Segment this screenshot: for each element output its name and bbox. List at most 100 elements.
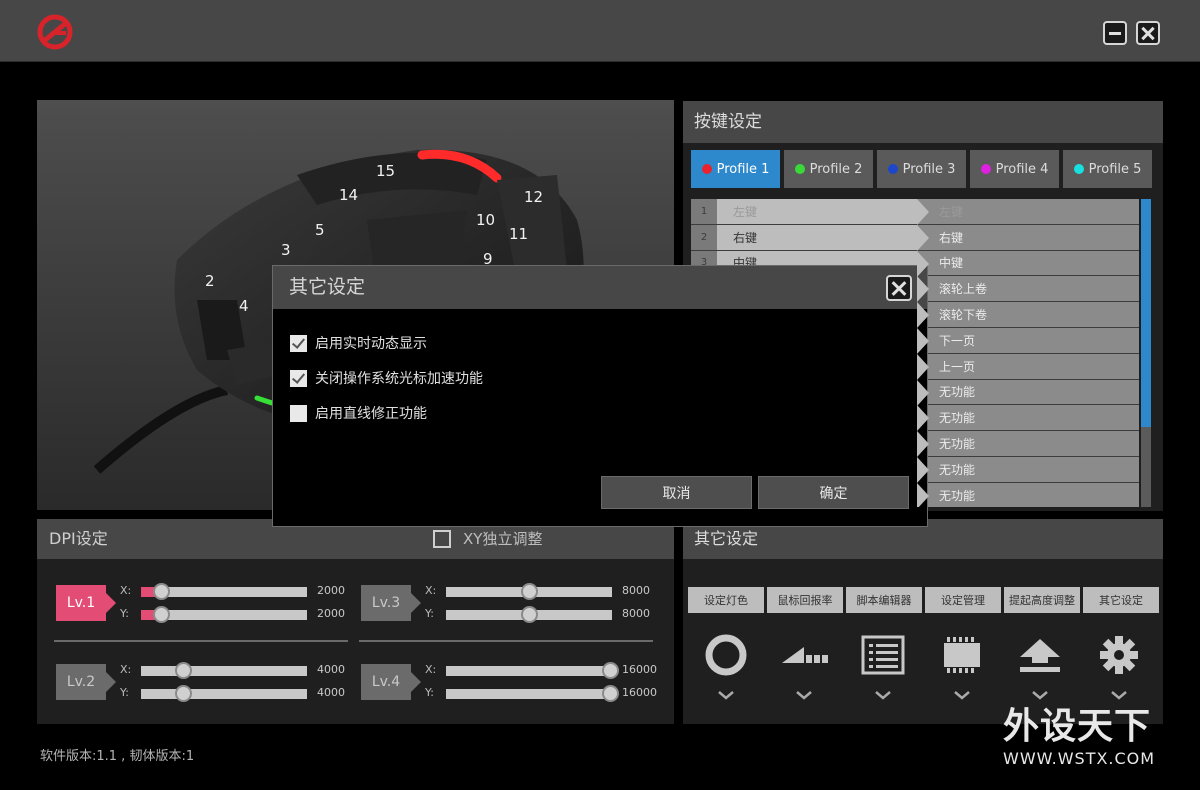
- gear-icon[interactable]: [1095, 633, 1143, 677]
- disable-acceleration-checkbox[interactable]: [290, 369, 307, 387]
- dpi-2-x-slider[interactable]: [141, 662, 307, 679]
- slider-knob[interactable]: [602, 662, 619, 679]
- slider-knob[interactable]: [152, 583, 170, 600]
- title-bar: [0, 0, 1200, 62]
- tab-profile-2[interactable]: Profile 2: [784, 150, 873, 188]
- chevron-down-icon[interactable]: [1109, 689, 1129, 701]
- dpi-2-y-slider[interactable]: [141, 685, 307, 702]
- chevron-down-icon[interactable]: [952, 689, 972, 701]
- ok-button[interactable]: 确定: [758, 476, 909, 509]
- slider-knob[interactable]: [602, 685, 619, 702]
- key-name: 左键: [717, 199, 929, 225]
- close-window-button[interactable]: [1136, 21, 1160, 45]
- profile-tabs: Profile 1 Profile 2 Profile 3 Profile 4 …: [691, 150, 1152, 190]
- tab-profile-1[interactable]: Profile 1: [691, 150, 780, 188]
- key-function[interactable]: 右键: [917, 224, 1139, 250]
- dpi-1-y-value: 2000: [317, 607, 345, 620]
- tab-label: Profile 2: [809, 161, 863, 177]
- key-function[interactable]: 上一页: [917, 353, 1139, 379]
- mouse-button-label[interactable]: 14: [339, 186, 358, 204]
- tab-report-rate[interactable]: 鼠标回报率: [767, 587, 843, 613]
- tab-profile-5[interactable]: Profile 5: [1063, 150, 1152, 188]
- option-disable-acceleration[interactable]: 关闭操作系统光标加速功能: [290, 368, 483, 388]
- key-function[interactable]: 无功能: [917, 405, 1139, 431]
- ring-icon[interactable]: [702, 633, 750, 677]
- y-axis-label: Y:: [425, 607, 434, 620]
- key-function[interactable]: 无功能: [917, 379, 1139, 405]
- lift-height-icon[interactable]: [1016, 633, 1064, 677]
- other-settings-panel: 其它设定 设定灯色 鼠标回报率 脚本编辑器 设定管理 提起高度调整 其它设定: [683, 519, 1163, 724]
- chevron-down-icon[interactable]: [1030, 689, 1050, 701]
- dpi-4-y-slider[interactable]: [446, 685, 619, 702]
- mouse-button-label[interactable]: 10: [476, 211, 495, 229]
- watermark-url: WWW.WSTX.COM: [1003, 749, 1156, 768]
- mouse-button-label[interactable]: 12: [524, 188, 543, 206]
- dpi-title: DPI设定: [49, 529, 108, 548]
- slider-knob[interactable]: [152, 606, 170, 623]
- chevron-down-icon[interactable]: [794, 689, 814, 701]
- cancel-button[interactable]: 取消: [601, 476, 752, 509]
- mouse-button-label[interactable]: 2: [205, 272, 215, 290]
- mouse-button-label[interactable]: 15: [376, 162, 395, 180]
- dpi-1-y-slider[interactable]: [141, 606, 307, 623]
- key-function[interactable]: 无功能: [917, 456, 1139, 482]
- dpi-1-x-slider[interactable]: [141, 583, 307, 600]
- slider-knob[interactable]: [174, 685, 192, 702]
- tab-lift-height[interactable]: 提起高度调整: [1004, 587, 1080, 613]
- script-list-icon[interactable]: [859, 633, 907, 677]
- mouse-button-label[interactable]: 5: [315, 221, 325, 239]
- key-row[interactable]: 2 右键 右键: [691, 224, 1139, 251]
- option-angle-snapping[interactable]: 启用直线修正功能: [290, 403, 427, 423]
- tab-set-light-color[interactable]: 设定灯色: [688, 587, 764, 613]
- chevron-down-icon[interactable]: [716, 689, 736, 701]
- dpi-level-2-button[interactable]: Lv.2: [56, 664, 116, 700]
- key-row[interactable]: 1 左键 左键: [691, 199, 1139, 225]
- slider-knob[interactable]: [521, 583, 538, 600]
- key-function[interactable]: 滚轮下卷: [917, 302, 1139, 327]
- key-function[interactable]: 下一页: [917, 327, 1139, 353]
- dpi-level-1-button[interactable]: Lv.1: [56, 585, 116, 621]
- dpi-3-y-slider[interactable]: [446, 606, 612, 623]
- key-list-scrollbar[interactable]: [1141, 199, 1151, 507]
- realtime-display-checkbox[interactable]: [290, 334, 307, 352]
- dpi-3-x-slider[interactable]: [446, 583, 612, 600]
- key-function[interactable]: 无功能: [917, 482, 1139, 507]
- dialog-close-button[interactable]: [886, 275, 912, 301]
- mouse-button-label[interactable]: 11: [509, 225, 528, 243]
- dpi-level-3-button[interactable]: Lv.3: [361, 585, 421, 621]
- key-function[interactable]: 左键: [917, 199, 1139, 224]
- dpi-level-4-button[interactable]: Lv.4: [361, 664, 421, 700]
- divider: [54, 640, 348, 642]
- tab-profile-3[interactable]: Profile 3: [877, 150, 966, 188]
- dialog-header: 其它设定: [273, 266, 927, 309]
- key-number: 1: [691, 199, 717, 224]
- tab-profile-4[interactable]: Profile 4: [970, 150, 1059, 188]
- tab-script-editor[interactable]: 脚本编辑器: [846, 587, 922, 613]
- mouse-button-label[interactable]: 4: [239, 297, 249, 315]
- tab-other-settings[interactable]: 其它设定: [1083, 587, 1159, 613]
- key-function[interactable]: 滚轮上卷: [917, 276, 1139, 302]
- report-rate-icon[interactable]: [780, 633, 828, 677]
- chevron-down-icon[interactable]: [873, 689, 893, 701]
- dpi-4-x-slider[interactable]: [446, 662, 619, 679]
- option-realtime-display[interactable]: 启用实时动态显示: [290, 333, 427, 353]
- y-axis-label: Y:: [120, 607, 129, 620]
- option-label: 启用直线修正功能: [315, 406, 427, 422]
- other-settings-dialog: 其它设定 启用实时动态显示 关闭操作系统光标加速功能 启用直线修正功能 取消 确…: [272, 265, 928, 527]
- scroll-thumb[interactable]: [1141, 199, 1151, 427]
- xy-independent-checkbox[interactable]: [433, 530, 451, 548]
- key-function[interactable]: 中键: [917, 250, 1139, 276]
- tab-profile-management[interactable]: 设定管理: [925, 587, 1001, 613]
- slider-knob[interactable]: [174, 662, 192, 679]
- chip-icon[interactable]: [938, 633, 986, 677]
- profile-color-dot-icon: [701, 164, 712, 174]
- profile-color-dot-icon: [887, 164, 898, 174]
- mouse-button-label[interactable]: 3: [281, 241, 291, 259]
- slider-knob[interactable]: [521, 606, 538, 623]
- divider: [359, 640, 653, 642]
- version-info: 软件版本:1.1 , 韧体版本:1: [40, 749, 195, 764]
- key-function[interactable]: 无功能: [917, 431, 1139, 456]
- y-axis-label: Y:: [120, 686, 129, 699]
- minimize-button[interactable]: [1103, 21, 1127, 45]
- angle-snapping-checkbox[interactable]: [290, 404, 307, 422]
